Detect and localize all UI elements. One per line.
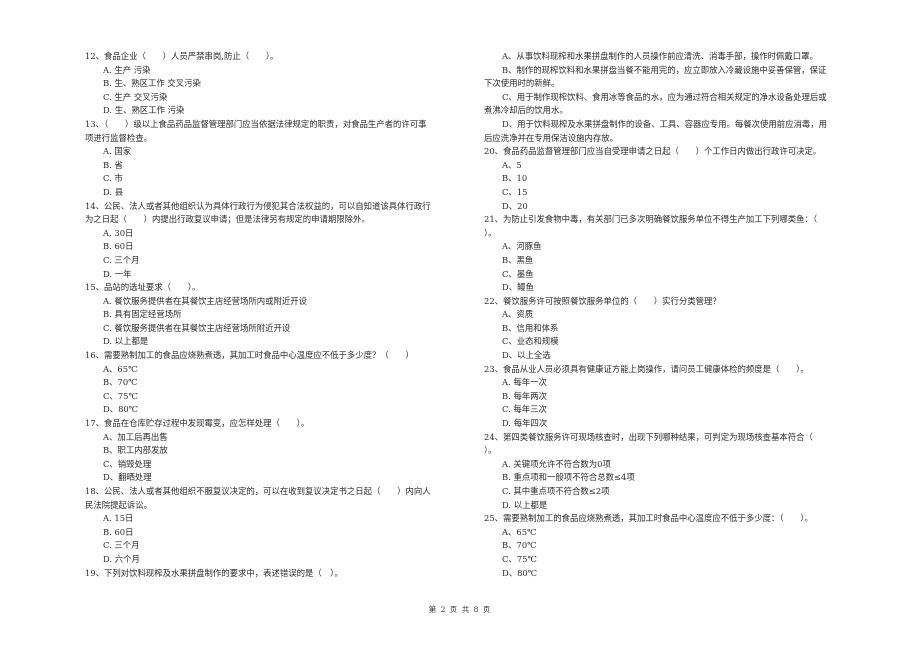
answer-option: B. 省	[103, 159, 123, 170]
answer-option: A. 15日	[103, 513, 134, 524]
answer-option: D、用于饮料现榨及水果拼盘制作的设备、工具、容器应专用。每餐次使用前应消毒，用	[502, 118, 827, 129]
answer-option: D. 以上都是	[502, 499, 548, 510]
answer-option: D. 以上都是	[103, 336, 149, 347]
question-line: ）。	[484, 227, 497, 238]
answer-option: D. 县	[103, 186, 124, 197]
answer-option: B. 生、熟区工作 交叉污染	[103, 78, 201, 89]
answer-option: C、75℃	[502, 553, 537, 564]
question-line: 后应洗净并在专用保洁设施内存放。	[484, 132, 618, 143]
answer-option: B. 每年两次	[502, 390, 547, 401]
answer-option: C、75℃	[103, 390, 138, 401]
answer-option: A、资质	[502, 309, 534, 320]
question-line: 为之日起（ ）内提出行政复议申请；但是法律另有规定的申请期限除外。	[85, 214, 370, 225]
answer-option: B、70℃	[502, 540, 537, 551]
answer-option: C、墨鱼	[502, 268, 534, 279]
answer-option: D. 生、熟区工作 污染	[103, 105, 185, 116]
answer-option: B. 具有固定经营场所	[103, 309, 182, 320]
question-line: 14、公民、法人或者其他组织认为具体行政行为侵犯其合法权益的，可以自知道该具体行…	[85, 200, 431, 211]
answer-option: D、20	[502, 200, 528, 211]
question-line: 煮沸冷却后的饮用水。	[484, 105, 568, 116]
question-line: 15、品站的选址要求（ ）。	[85, 282, 201, 293]
page-footer: 第 2 页 共 8 页	[428, 605, 492, 614]
answer-option: C. 生产 交叉污染	[103, 91, 168, 102]
answer-option: A、65℃	[103, 363, 138, 374]
question-line: 25、需要熟制加工的食品应烧熟煮透，其加工时食品中心温度应不低于多少度：（ ）。	[484, 513, 813, 524]
answer-option: B. 重点项和一般项不符合总数≤4项	[502, 472, 635, 483]
answer-option: A. 30日	[103, 227, 134, 238]
answer-option: C. 餐饮服务提供者在其餐饮主店经营场所附近开设	[103, 322, 291, 333]
question-line: 22、餐饮服务许可按照餐饮服务单位的（ ）实行分类管理？	[484, 295, 721, 306]
answer-option: A. 国家	[103, 146, 132, 157]
answer-option: D. 一年	[103, 268, 132, 279]
question-line: 23、食品从业人员必须具有健康证方能上岗操作，请问员工健康体检的频度是（ ）。	[484, 363, 809, 374]
left-column: 12、食品企业（ ）人员严禁串岗,防止（ ）。 A. 生产 污染 B. 生、熟区工作…	[85, 50, 465, 580]
question-line: 19、下列对饮料现榨及水果拼盘制作的要求中，表述错误的是（ ）。	[85, 567, 343, 578]
answer-option: B. 60日	[103, 526, 134, 537]
answer-option: D、鳗鱼	[502, 282, 534, 293]
question-line: 17、食品在仓库贮存过程中发现霉变，应怎样处理（ ）。	[85, 418, 310, 429]
answer-option: D. 六个月	[103, 553, 140, 564]
answer-option: C. 其中重点项不符合数≤2项	[502, 486, 610, 496]
answer-option: C. 三个月	[103, 540, 140, 551]
answer-option: D、80℃	[502, 567, 538, 578]
answer-option: C、销毁处理	[103, 458, 152, 469]
answer-option: C. 三个月	[103, 254, 140, 265]
question-line: 下次使用时的新鲜。	[484, 78, 560, 89]
question-line: 18、公民、法人或者其他组织不服复议决定的，可以在收到复议决定书之日起（ ）内向…	[85, 486, 431, 496]
answer-option: A. 生产 污染	[103, 64, 151, 75]
answer-option: D、80℃	[103, 404, 139, 415]
question-line: 21、为防止引发食物中毒，有关部门已多次明确餐饮服务单位不得生产加工下列哪类鱼：…	[484, 214, 818, 225]
answer-option: B. 60日	[103, 241, 134, 252]
answer-option: D. 每年四次	[502, 418, 548, 429]
question-line: 13、（ ）级以上食品药品监督管理部门应当依据法律规定的职责，对食品生产者的许可…	[85, 118, 427, 129]
question-line: 民法院提起诉讼。	[85, 499, 152, 510]
question-line: ）。	[484, 445, 497, 456]
answer-option: C、用于制作现榨饮料、食用冰等食品的水，应为通过符合相关规定的净水设备处理后或	[502, 91, 827, 102]
answer-option: C、业态和规模	[502, 336, 559, 347]
answer-option: B、黑鱼	[502, 254, 534, 265]
answer-option: A. 每年一次	[502, 377, 547, 388]
answer-option: B、职工内部发放	[103, 445, 168, 456]
question-line: 12、食品企业（ ）人员严禁串岗,防止（ ）。	[85, 51, 279, 61]
right-column: A、从事饮料现榨和水果拼盘制作的人员操作前应清洗、消毒手部，操作时佩戴口罩。 B、…	[484, 50, 869, 580]
answer-option: C. 市	[103, 173, 123, 184]
answer-option: D、翻晒处理	[103, 472, 152, 483]
answer-option: A. 餐饮服务提供者在其餐饮主店经营场所内或附近开设	[103, 295, 307, 306]
question-line: 20、食品药品监督管理部门应当自受理申请之日起（ ）个工作日内做出行政许可决定。	[484, 146, 822, 157]
answer-option: A. 关键项允许不符合数为0项	[502, 458, 611, 469]
answer-option: B、10	[502, 173, 528, 184]
question-line: 项进行监督检查。	[85, 132, 152, 143]
answer-option: B、70℃	[103, 377, 138, 388]
answer-option: A、5	[502, 159, 522, 170]
question-line: 24、第四类餐饮服务许可现场核查时，出现下列哪种结果，可判定为现场核查基本符合（	[484, 431, 813, 442]
answer-option: A、65℃	[502, 526, 537, 537]
answer-option: C. 每年三次	[502, 404, 547, 415]
answer-option: A、河豚鱼	[502, 241, 542, 252]
answer-option: D、以上全选	[502, 350, 551, 361]
answer-option: A、加工后再出售	[103, 431, 168, 442]
answer-option: B、制作的现榨饮料和水果拼盘当餐不能用完的，应立即放入冷藏设施中妥善保管，保证	[502, 64, 827, 75]
answer-option: B、信用和体系	[502, 322, 559, 333]
answer-option: A、从事饮料现榨和水果拼盘制作的人员操作前应清洗、消毒手部，操作时佩戴口罩。	[502, 51, 818, 61]
question-line: 16、需要熟制加工的食品应烧熟煮透，其加工时食品中心温度应不低于多少度？（ ）	[85, 350, 414, 361]
answer-option: C、15	[502, 186, 528, 197]
